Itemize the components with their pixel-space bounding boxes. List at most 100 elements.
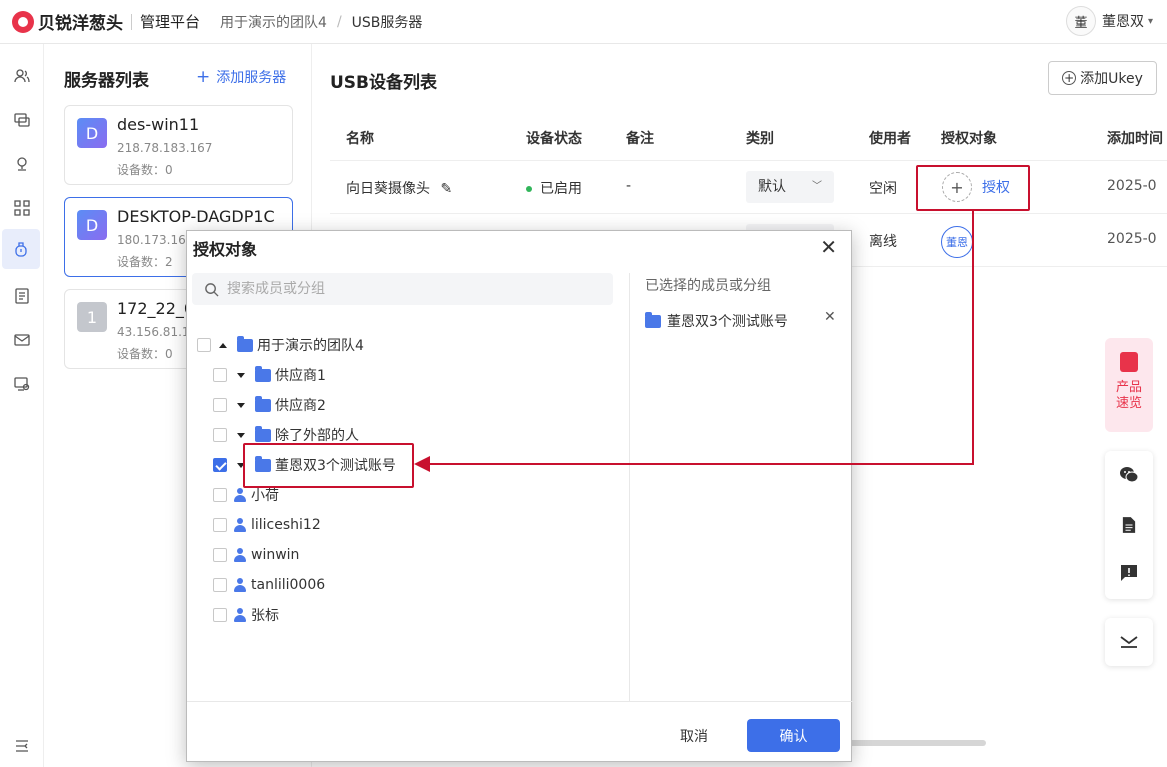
column-header-added: 添加时间 [1107, 131, 1163, 147]
checkbox[interactable] [213, 398, 227, 412]
close-icon[interactable]: ✕ [820, 235, 837, 259]
dialog-footer-divider [187, 701, 853, 702]
breadcrumb-current: USB服务器 [351, 14, 423, 31]
user-name: 董恩双 [1101, 14, 1144, 30]
checkbox[interactable] [213, 488, 227, 502]
column-header-category: 类别 [746, 131, 774, 147]
tree-item-group[interactable]: 除了外部的人 [213, 425, 359, 445]
brand-logo[interactable]: 贝锐洋葱头 管理平台 [12, 9, 200, 34]
auth-member-chip[interactable]: 董恩 [941, 226, 973, 258]
tree-item-label: liliceshi12 [251, 517, 321, 533]
collapse-arrow-icon[interactable] [219, 342, 227, 348]
avatar: 董 [1065, 6, 1096, 36]
checkbox[interactable] [213, 608, 227, 622]
page-title: USB设备列表 [330, 73, 438, 93]
add-server-button[interactable]: + 添加服务器 [196, 67, 286, 87]
collapse-icon[interactable] [1105, 618, 1153, 666]
server-ip: 180.173.166 [117, 233, 194, 247]
plus-icon: + [196, 67, 211, 87]
checkbox[interactable] [213, 548, 227, 562]
breadcrumb-team[interactable]: 用于演示的团队4 [220, 12, 327, 32]
device-note: - [626, 178, 632, 194]
tree-item-member[interactable]: winwin [213, 545, 299, 565]
tree-item-label: 小荷 [251, 488, 279, 504]
nav-location-icon[interactable] [8, 150, 36, 178]
folder-icon [645, 311, 661, 328]
tree-item-group[interactable]: 供应商1 [213, 365, 326, 385]
folder-icon [255, 395, 271, 412]
category-select[interactable]: 默认 ﹀ [746, 171, 834, 203]
add-ukey-button[interactable]: + 添加Ukey [1048, 61, 1157, 95]
nav-document-icon[interactable] [8, 282, 36, 310]
feedback-icon[interactable] [1119, 563, 1139, 583]
category-value: 默认 [758, 179, 786, 195]
checkbox[interactable] [213, 518, 227, 532]
tree-item-group[interactable]: 供应商2 [213, 395, 326, 415]
server-name: DESKTOP-DAGDP1C [117, 207, 275, 226]
tree-item-group[interactable]: 用于演示的团队4 [197, 335, 364, 355]
tree-item-label: 用于演示的团队4 [257, 338, 364, 354]
server-name: 172_22_0 [117, 299, 195, 318]
add-server-label: 添加服务器 [216, 70, 287, 86]
document-icon[interactable] [1119, 515, 1139, 535]
add-ukey-label: 添加Ukey [1080, 71, 1143, 87]
breadcrumb-separator: / [336, 13, 342, 30]
device-name: 向日葵摄像头 ✎ [346, 178, 452, 198]
plus-circle-icon: + [1062, 71, 1077, 85]
search-input[interactable] [227, 281, 607, 297]
dialog-divider [629, 273, 630, 701]
expand-arrow-icon[interactable] [237, 372, 245, 378]
checkbox[interactable] [213, 368, 227, 382]
device-user: 空闲 [869, 181, 897, 197]
device-user: 离线 [869, 234, 897, 250]
nav-devices-icon[interactable] [8, 106, 36, 134]
tree-item-member[interactable]: 张标 [213, 605, 279, 625]
product-label-line1: 产品 [1115, 380, 1142, 395]
user-icon [233, 608, 247, 622]
server-card[interactable]: D des-win11 218.78.183.167 设备数：0 [64, 105, 293, 185]
nav-remote-icon[interactable] [8, 370, 36, 398]
expand-arrow-icon[interactable] [237, 402, 245, 408]
tree-item-member[interactable]: 小荷 [213, 485, 279, 505]
column-header-auth: 授权对象 [941, 131, 997, 147]
wechat-icon[interactable] [1119, 465, 1139, 485]
authorize-dialog: 授权对象 ✕ 用于演示的团队4 供应商1 供应商2 除了外部的人 董恩双3个测试… [186, 230, 853, 762]
tree-item-label: 供应商2 [275, 398, 326, 414]
server-device-count: 设备数：0 [117, 347, 173, 361]
user-icon [233, 488, 247, 502]
tree-item-member[interactable]: liliceshi12 [213, 515, 321, 535]
status-dot [526, 186, 532, 192]
brand-name: 贝锐洋葱头 [38, 14, 123, 34]
top-bar: 贝锐洋葱头 管理平台 用于演示的团队4 / USB服务器 董 董恩双 ▾ [0, 0, 1167, 44]
checkbox[interactable] [213, 578, 227, 592]
edit-pencil-icon[interactable]: ✎ [440, 181, 452, 197]
product-label: 产品 速览 [1116, 380, 1142, 412]
device-name-text: 向日葵摄像头 [346, 181, 430, 197]
selected-item: 董恩双3个测试账号 [645, 311, 788, 331]
device-added-time: 2025-0 [1107, 178, 1157, 194]
server-ip: 218.78.183.167 [117, 141, 213, 155]
selected-title: 已选择的成员或分组 [645, 278, 771, 294]
checkbox[interactable] [213, 428, 227, 442]
tree-item-member[interactable]: tanlili0006 [213, 575, 325, 595]
nav-collapse-icon[interactable] [8, 732, 36, 760]
nav-usb-icon[interactable] [2, 229, 40, 269]
product-overview-button[interactable]: 产品 速览 [1105, 338, 1153, 432]
nav-mail-icon[interactable] [8, 326, 36, 354]
confirm-button[interactable]: 确认 [747, 719, 840, 752]
server-badge: D [77, 210, 107, 240]
device-added-time: 2025-0 [1107, 231, 1157, 247]
remove-selected-close-icon[interactable]: ✕ [824, 309, 836, 325]
authorize-highlight-box [916, 165, 1030, 211]
user-menu[interactable]: 董 董恩双 ▾ [1065, 6, 1153, 36]
folder-icon [237, 335, 253, 352]
nav-apps-icon[interactable] [8, 194, 36, 222]
checkbox-checked[interactable] [213, 458, 227, 472]
expand-arrow-icon[interactable] [237, 432, 245, 438]
user-icon [233, 548, 247, 562]
nav-members-icon[interactable] [8, 62, 36, 90]
cancel-button[interactable]: 取消 [669, 720, 719, 752]
tree-item-label: 除了外部的人 [275, 428, 359, 444]
folder-icon [255, 425, 271, 442]
checkbox[interactable] [197, 338, 211, 352]
